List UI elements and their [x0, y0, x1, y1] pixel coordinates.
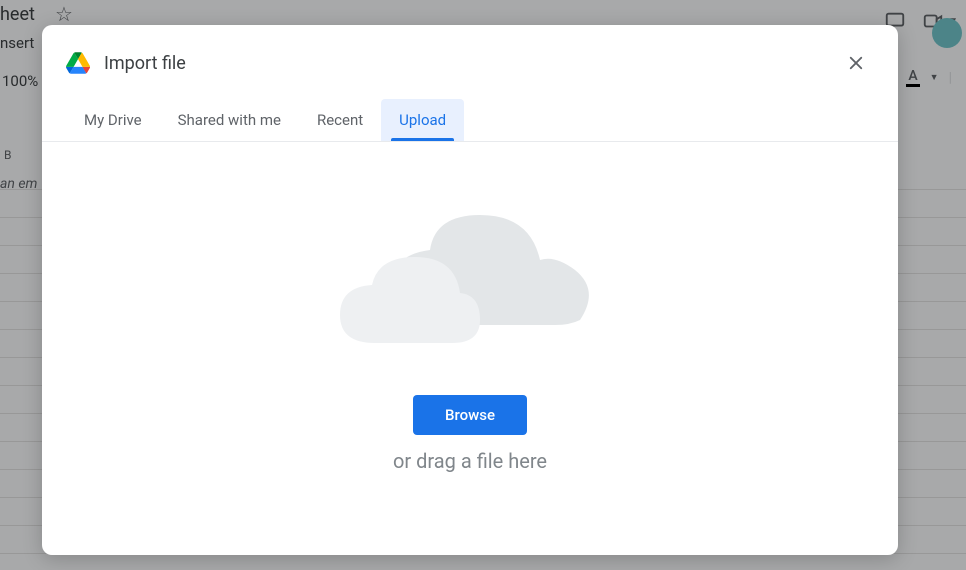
drag-hint-text: or drag a file here	[393, 449, 547, 473]
tab-my-drive[interactable]: My Drive	[66, 99, 160, 141]
tab-upload[interactable]: Upload	[381, 99, 464, 141]
close-button[interactable]	[838, 45, 874, 81]
google-drive-icon	[66, 52, 90, 74]
cloud-illustration-icon	[330, 195, 610, 355]
dialog-header: Import file	[42, 25, 898, 99]
picker-tabs: My Drive Shared with me Recent Upload	[42, 99, 898, 142]
dialog-title: Import file	[104, 53, 838, 74]
close-icon	[847, 54, 865, 72]
tab-recent[interactable]: Recent	[299, 99, 381, 141]
upload-dropzone[interactable]: Browse or drag a file here	[42, 142, 898, 555]
browse-button[interactable]: Browse	[413, 395, 527, 435]
tab-shared-with-me[interactable]: Shared with me	[160, 99, 299, 141]
import-file-dialog: Import file My Drive Shared with me Rece…	[42, 25, 898, 555]
